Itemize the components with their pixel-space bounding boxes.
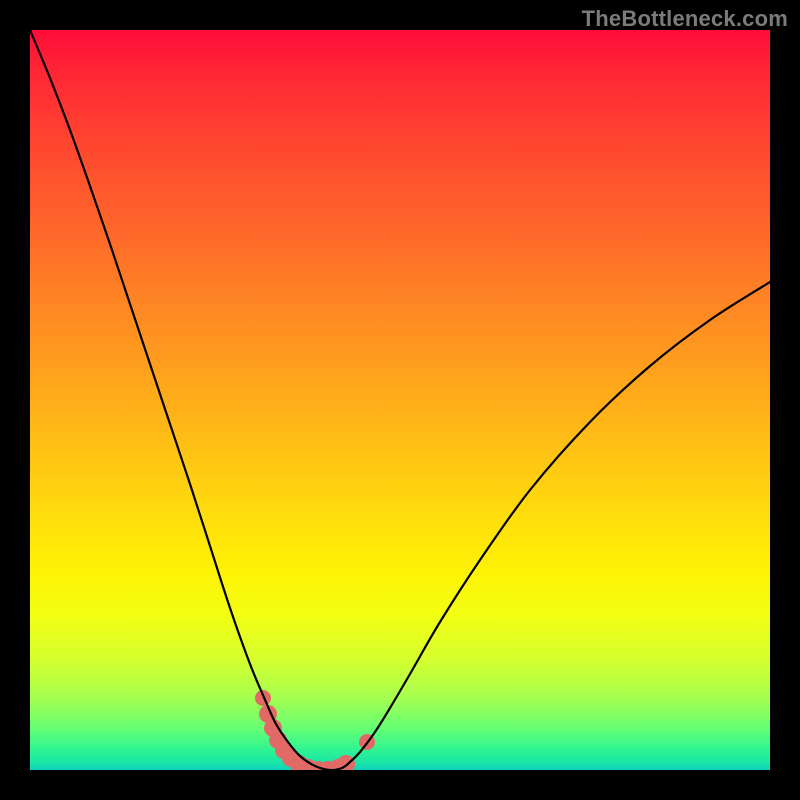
highlight-dot	[255, 690, 271, 706]
bottleneck-curve	[30, 30, 770, 770]
highlight-dots-group	[255, 690, 375, 770]
watermark-text: TheBottleneck.com	[582, 6, 788, 32]
curve-svg	[30, 30, 770, 770]
chart-frame: TheBottleneck.com	[0, 0, 800, 800]
plot-area	[30, 30, 770, 770]
